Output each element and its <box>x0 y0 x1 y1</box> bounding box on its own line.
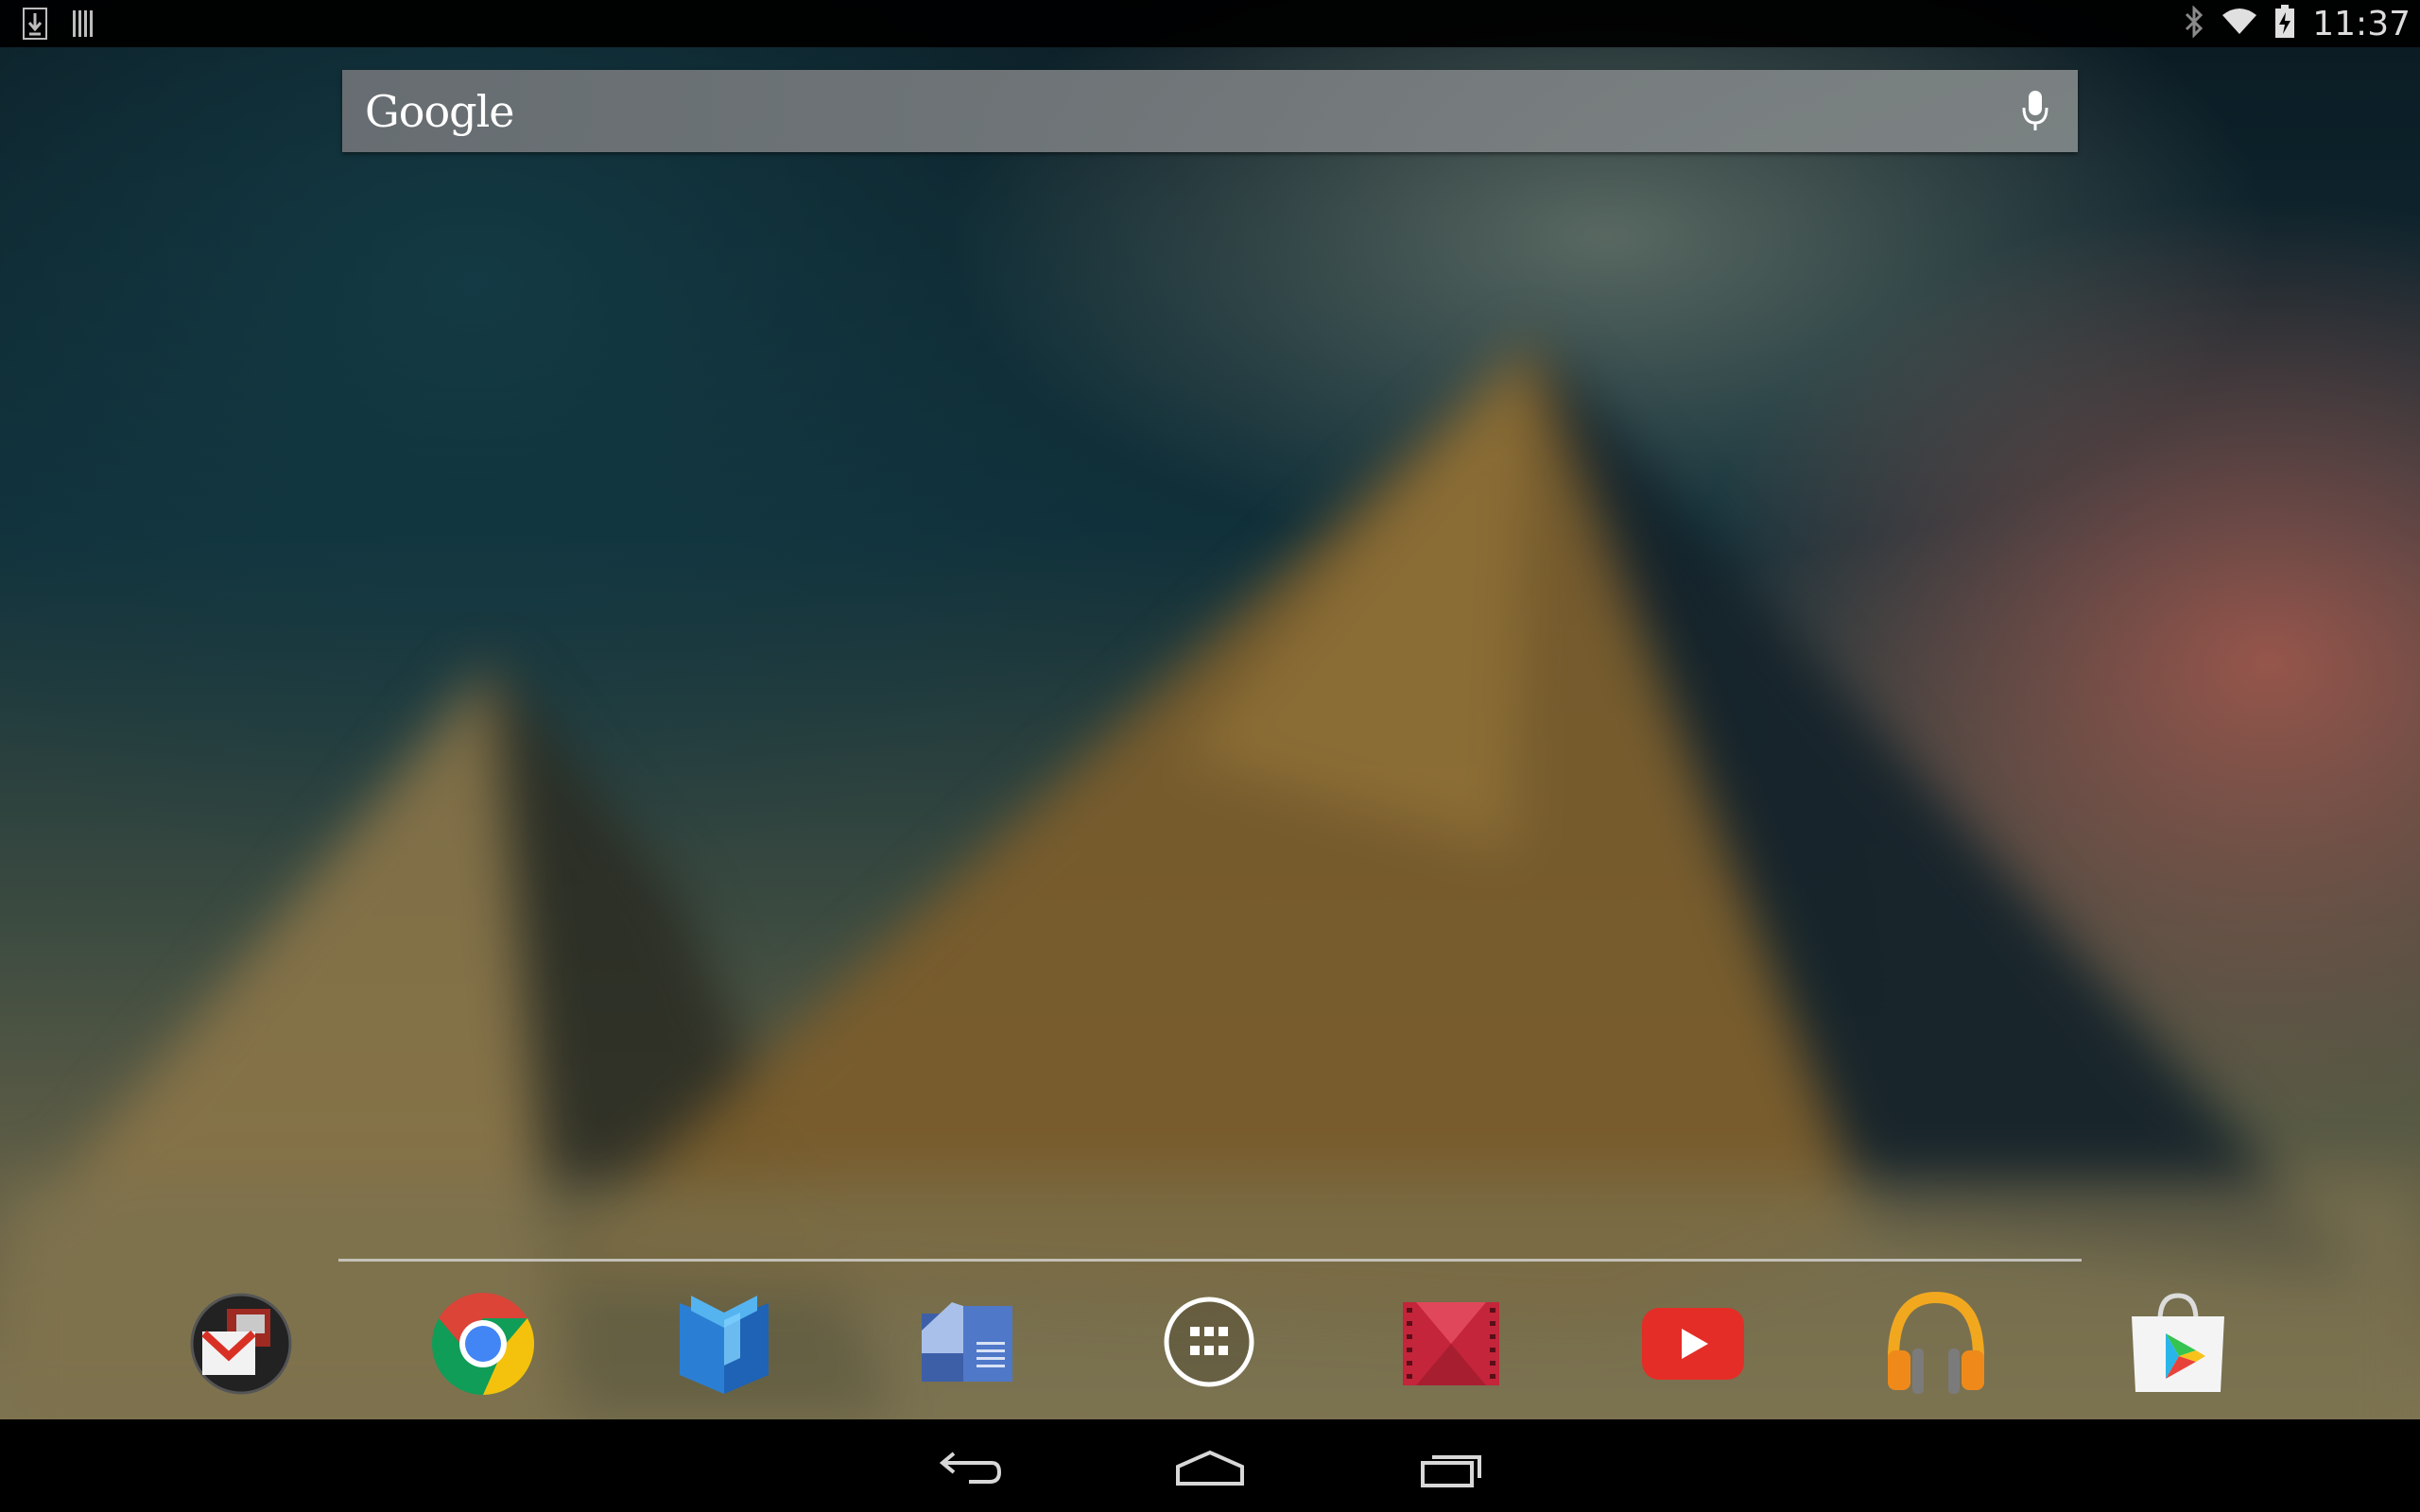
gmail-app-icon[interactable] <box>184 1287 298 1400</box>
home-screen: 11:37 Google <box>0 0 2420 1512</box>
battery-charging-icon <box>2274 5 2295 43</box>
home-icon[interactable] <box>1153 1440 1267 1497</box>
play-movies-app-icon[interactable] <box>1394 1287 1508 1400</box>
play-books-app-icon[interactable] <box>667 1287 781 1400</box>
clock: 11:37 <box>2312 4 2411 43</box>
back-icon[interactable] <box>912 1440 1026 1497</box>
download-icon <box>23 8 47 43</box>
wifi-icon <box>2221 8 2257 40</box>
chrome-app-icon[interactable] <box>426 1287 540 1400</box>
microphone-icon[interactable] <box>2021 89 2049 138</box>
play-music-app-icon[interactable] <box>1879 1287 1993 1400</box>
play-newsstand-app-icon[interactable] <box>910 1287 1024 1400</box>
bluetooth-icon <box>2184 5 2204 42</box>
dock-divider <box>338 1259 2082 1262</box>
play-store-app-icon[interactable] <box>2121 1287 2235 1400</box>
google-search-bar[interactable]: Google <box>342 70 2078 152</box>
recents-icon[interactable] <box>1396 1440 1510 1497</box>
status-bar: 11:37 <box>0 0 2420 47</box>
youtube-app-icon[interactable] <box>1636 1287 1750 1400</box>
wallpaper <box>0 0 2420 1512</box>
navigation-bar <box>0 1419 2420 1512</box>
google-logo: Google <box>365 85 515 137</box>
all-apps-icon[interactable] <box>1152 1287 1266 1400</box>
barcode-icon <box>72 8 96 43</box>
